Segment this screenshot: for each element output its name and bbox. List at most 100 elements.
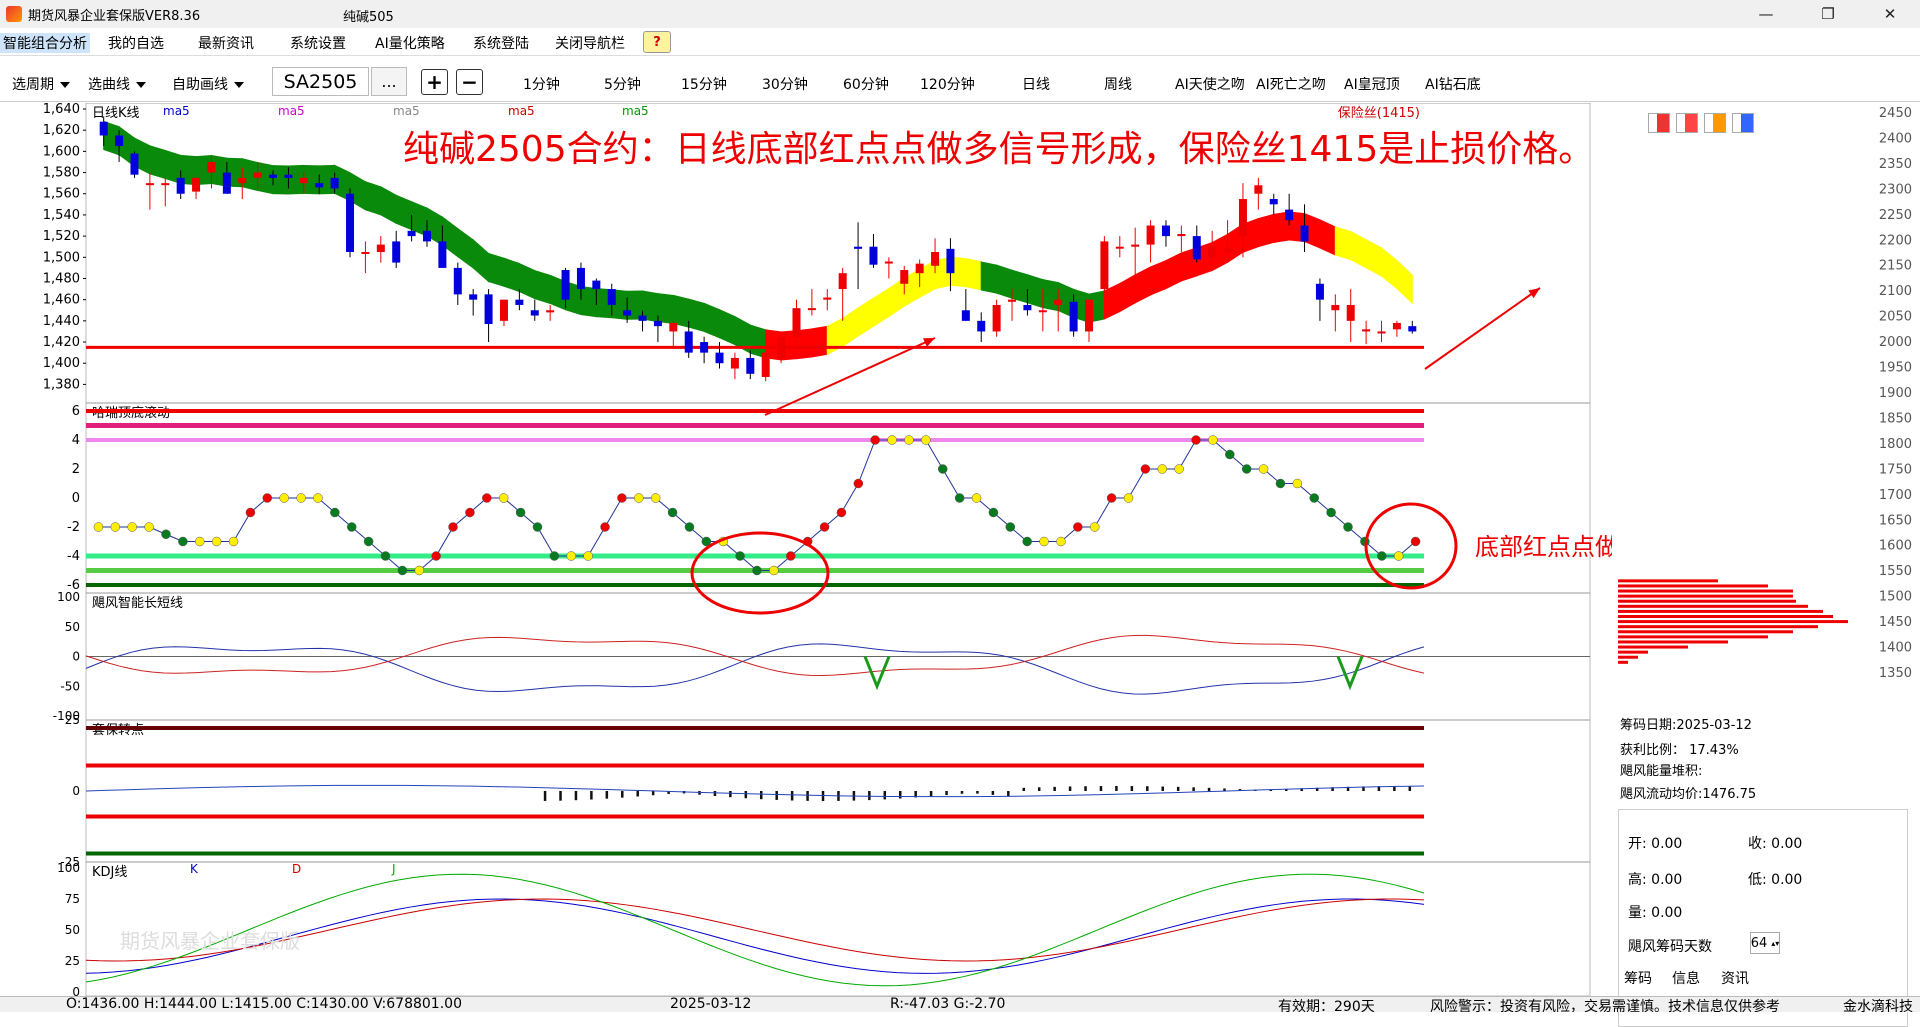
draw-dropdown[interactable]: 自助画线	[172, 74, 244, 94]
flag-pink-icon[interactable]	[1676, 113, 1698, 133]
period-day[interactable]: 日线	[1022, 74, 1050, 94]
hedge-bar	[1176, 786, 1180, 791]
chip-ytick: 2200	[1879, 233, 1912, 248]
tab-chips[interactable]: 筹码	[1624, 968, 1652, 988]
kline-ytick: 1,580	[43, 166, 80, 181]
chip-bar	[1618, 650, 1648, 654]
symbol-input[interactable]: SA2505	[272, 67, 369, 96]
ma-ribbon-segment	[149, 145, 166, 180]
ma-ribbon-segment	[1381, 247, 1398, 290]
close-value: 收: 0.00	[1748, 836, 1803, 852]
menu-login[interactable]: 系统登陆	[473, 33, 529, 53]
candle-body	[1069, 301, 1078, 332]
chip-ytick: 2000	[1879, 335, 1912, 350]
tab-news[interactable]: 资讯	[1721, 968, 1749, 988]
ma-ribbon-segment	[1257, 213, 1275, 248]
signal-arrow-2-head	[1528, 288, 1540, 299]
app-logo-icon	[6, 6, 22, 22]
candle-body	[823, 297, 832, 300]
harry-ytick: 2	[72, 462, 80, 477]
kdj-ytick: 100	[57, 861, 80, 875]
ai-crown-top[interactable]: AI皇冠顶	[1344, 74, 1400, 94]
chip-ytick: 1950	[1879, 361, 1912, 376]
ai-diamond-bottom[interactable]: AI钻石底	[1425, 74, 1481, 94]
harry-dot	[1393, 551, 1404, 561]
chip-ytick: 1700	[1879, 488, 1912, 503]
kdj-ytick: 0	[72, 985, 80, 996]
ma-label: ma5	[163, 104, 190, 118]
menu-news[interactable]: 最新资讯	[198, 33, 254, 53]
chip-bar	[1618, 609, 1823, 613]
period-5min[interactable]: 5分钟	[604, 74, 641, 94]
ma-ribbon-segment	[1134, 266, 1152, 304]
ma-ribbon-segment	[672, 294, 690, 328]
hedge-bar	[1037, 787, 1041, 791]
harry-dot	[600, 522, 610, 532]
harry-dot	[262, 493, 273, 503]
hurricane-v-signal	[1336, 655, 1364, 691]
period-week[interactable]: 周线	[1104, 74, 1132, 94]
menu-smart-analysis[interactable]: 智能组合分析	[0, 33, 90, 53]
zoom-in-button[interactable]: +	[421, 69, 448, 95]
candle-body	[700, 342, 709, 353]
fuse-label: 保险丝(1415)	[1338, 106, 1420, 121]
hedge-bar	[1068, 786, 1072, 791]
period-1min[interactable]: 1分钟	[523, 74, 560, 94]
hedge-bar	[806, 791, 809, 801]
harry-dot	[684, 522, 695, 532]
candle-body	[1346, 304, 1355, 321]
harry-dot	[245, 507, 256, 518]
ai-angel-kiss[interactable]: AI天使之吻	[1175, 74, 1245, 94]
candle-body	[1177, 233, 1186, 237]
flag-red-icon[interactable]	[1648, 113, 1670, 133]
period-15min[interactable]: 15分钟	[681, 74, 727, 94]
ai-death-kiss[interactable]: AI死亡之吻	[1256, 74, 1326, 94]
harry-dot	[346, 522, 357, 532]
flag-blue-icon[interactable]	[1732, 113, 1754, 133]
chip-bar	[1618, 599, 1796, 603]
candle-body	[638, 315, 647, 321]
menu-close-nav[interactable]: 关闭导航栏	[555, 33, 625, 53]
menu-watchlist[interactable]: 我的自选	[108, 33, 164, 53]
harry-dot	[1191, 435, 1201, 445]
status-rg: R:-47.03 G:-2.70	[890, 996, 1006, 1012]
ma-label: ma5	[393, 104, 420, 118]
more-button[interactable]: ...	[371, 67, 407, 96]
close-button[interactable]: ✕	[1868, 2, 1912, 26]
candle-body	[330, 177, 339, 189]
flag-orange-icon[interactable]	[1704, 113, 1726, 133]
zoom-out-button[interactable]: −	[456, 69, 483, 95]
ma-ribbon-segment	[1334, 226, 1352, 261]
restore-icon: ❐	[1821, 5, 1835, 23]
harry-dot	[1140, 464, 1151, 474]
minimize-button[interactable]: —	[1744, 2, 1788, 26]
ma-ribbon-segment	[965, 257, 982, 291]
ma-ribbon-segment	[1350, 230, 1367, 269]
harry-dot	[1039, 536, 1049, 547]
help-button[interactable]: ?	[643, 31, 671, 53]
hedge-bar	[1130, 786, 1134, 791]
candle-body	[315, 183, 324, 188]
chip-ytick: 1800	[1879, 437, 1912, 452]
harry-dot	[1309, 493, 1319, 503]
chip-bar	[1618, 645, 1688, 649]
candle-body	[1315, 283, 1324, 300]
kline-ytick: 1,380	[43, 377, 80, 392]
period-60min[interactable]: 60分钟	[843, 74, 889, 94]
tab-info[interactable]: 信息	[1672, 968, 1700, 988]
harry-dot	[937, 464, 948, 474]
kline-ytick: 1,600	[43, 144, 80, 159]
period-120min[interactable]: 120分钟	[920, 74, 975, 94]
days-stepper[interactable]: 64 ▴▾	[1750, 932, 1780, 954]
maximize-button[interactable]: ❐	[1806, 2, 1850, 26]
period-dropdown[interactable]: 选周期	[12, 74, 70, 94]
menu-settings[interactable]: 系统设置	[290, 33, 346, 53]
line-dropdown[interactable]: 选曲线	[88, 74, 146, 94]
period-30min[interactable]: 30分钟	[762, 74, 808, 94]
kline-ytick: 1,460	[43, 293, 80, 308]
harry-dot	[1106, 493, 1117, 503]
chart-area[interactable]: 日线K线哈瑞顶底滚动飓风智能长短线套保转点KDJ线1,6401,6201,600…	[0, 103, 1612, 996]
candle-body	[684, 331, 693, 353]
menu-ai-strategy[interactable]: AI量化策略	[375, 33, 445, 53]
chip-ytick: 2400	[1879, 131, 1912, 146]
